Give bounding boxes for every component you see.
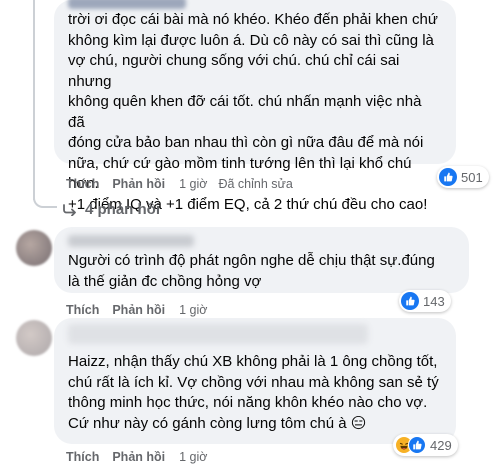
comment-time[interactable]: 1 giờ — [179, 177, 207, 191]
comment-bubble-2: Người có trình độ phát ngôn nghe dễ chịu… — [54, 227, 469, 293]
like-button[interactable]: Thích — [66, 177, 99, 191]
reply-button[interactable]: Phản hồi — [112, 177, 165, 191]
commenter-name-blurred[interactable] — [68, 324, 368, 344]
comment-actions-2: Thích Phản hồi 1 giờ — [66, 303, 207, 317]
like-button[interactable]: Thích — [66, 450, 99, 464]
like-reaction-icon — [401, 292, 419, 310]
comment-text: Haizz, nhận thấy chú XB không phải là 1 … — [68, 353, 439, 432]
avatar[interactable] — [16, 230, 52, 266]
like-button[interactable]: Thích — [66, 303, 99, 317]
thread-line — [33, 0, 35, 200]
reply-button[interactable]: Phản hồi — [112, 303, 165, 317]
comment-bubble-1: trời ơi đọc cái bài mà nó khéo. Khéo đến… — [54, 0, 456, 213]
reaction-summary-3[interactable]: 429 — [393, 434, 458, 456]
reaction-count: 429 — [430, 437, 452, 453]
replies-count-label: 4 phản hồi — [85, 201, 160, 218]
thread-line-curve — [33, 198, 57, 208]
reaction-summary-2[interactable]: 143 — [399, 290, 451, 312]
comment-time[interactable]: 1 giờ — [179, 450, 207, 464]
comment-actions-1: Thích Phản hồi 1 giờ Đã chỉnh sửa — [66, 177, 293, 191]
commenter-name-blurred[interactable] — [68, 0, 186, 9]
comment-time[interactable]: 1 giờ — [179, 303, 207, 317]
comment-bubble-3: Haizz, nhận thấy chú XB không phải là 1 … — [54, 318, 456, 444]
edited-label: Đã chỉnh sửa — [218, 177, 293, 191]
reaction-icons — [395, 436, 426, 454]
reaction-count: 143 — [423, 293, 445, 309]
comment-actions-3: Thích Phản hồi 1 giờ — [66, 450, 207, 464]
reaction-summary-1[interactable]: 501 — [437, 166, 489, 188]
reply-button[interactable]: Phản hồi — [112, 450, 165, 464]
reply-arrow-icon — [63, 203, 85, 216]
comment-text: Người có trình độ phát ngôn nghe dễ chịu… — [68, 252, 435, 290]
avatar[interactable] — [16, 320, 52, 356]
reaction-count: 501 — [461, 169, 483, 185]
like-reaction-icon — [408, 436, 426, 454]
commenter-name-blurred[interactable] — [68, 235, 194, 247]
like-reaction-icon — [439, 168, 457, 186]
view-replies-link[interactable]: 4 phản hồi — [63, 201, 160, 218]
